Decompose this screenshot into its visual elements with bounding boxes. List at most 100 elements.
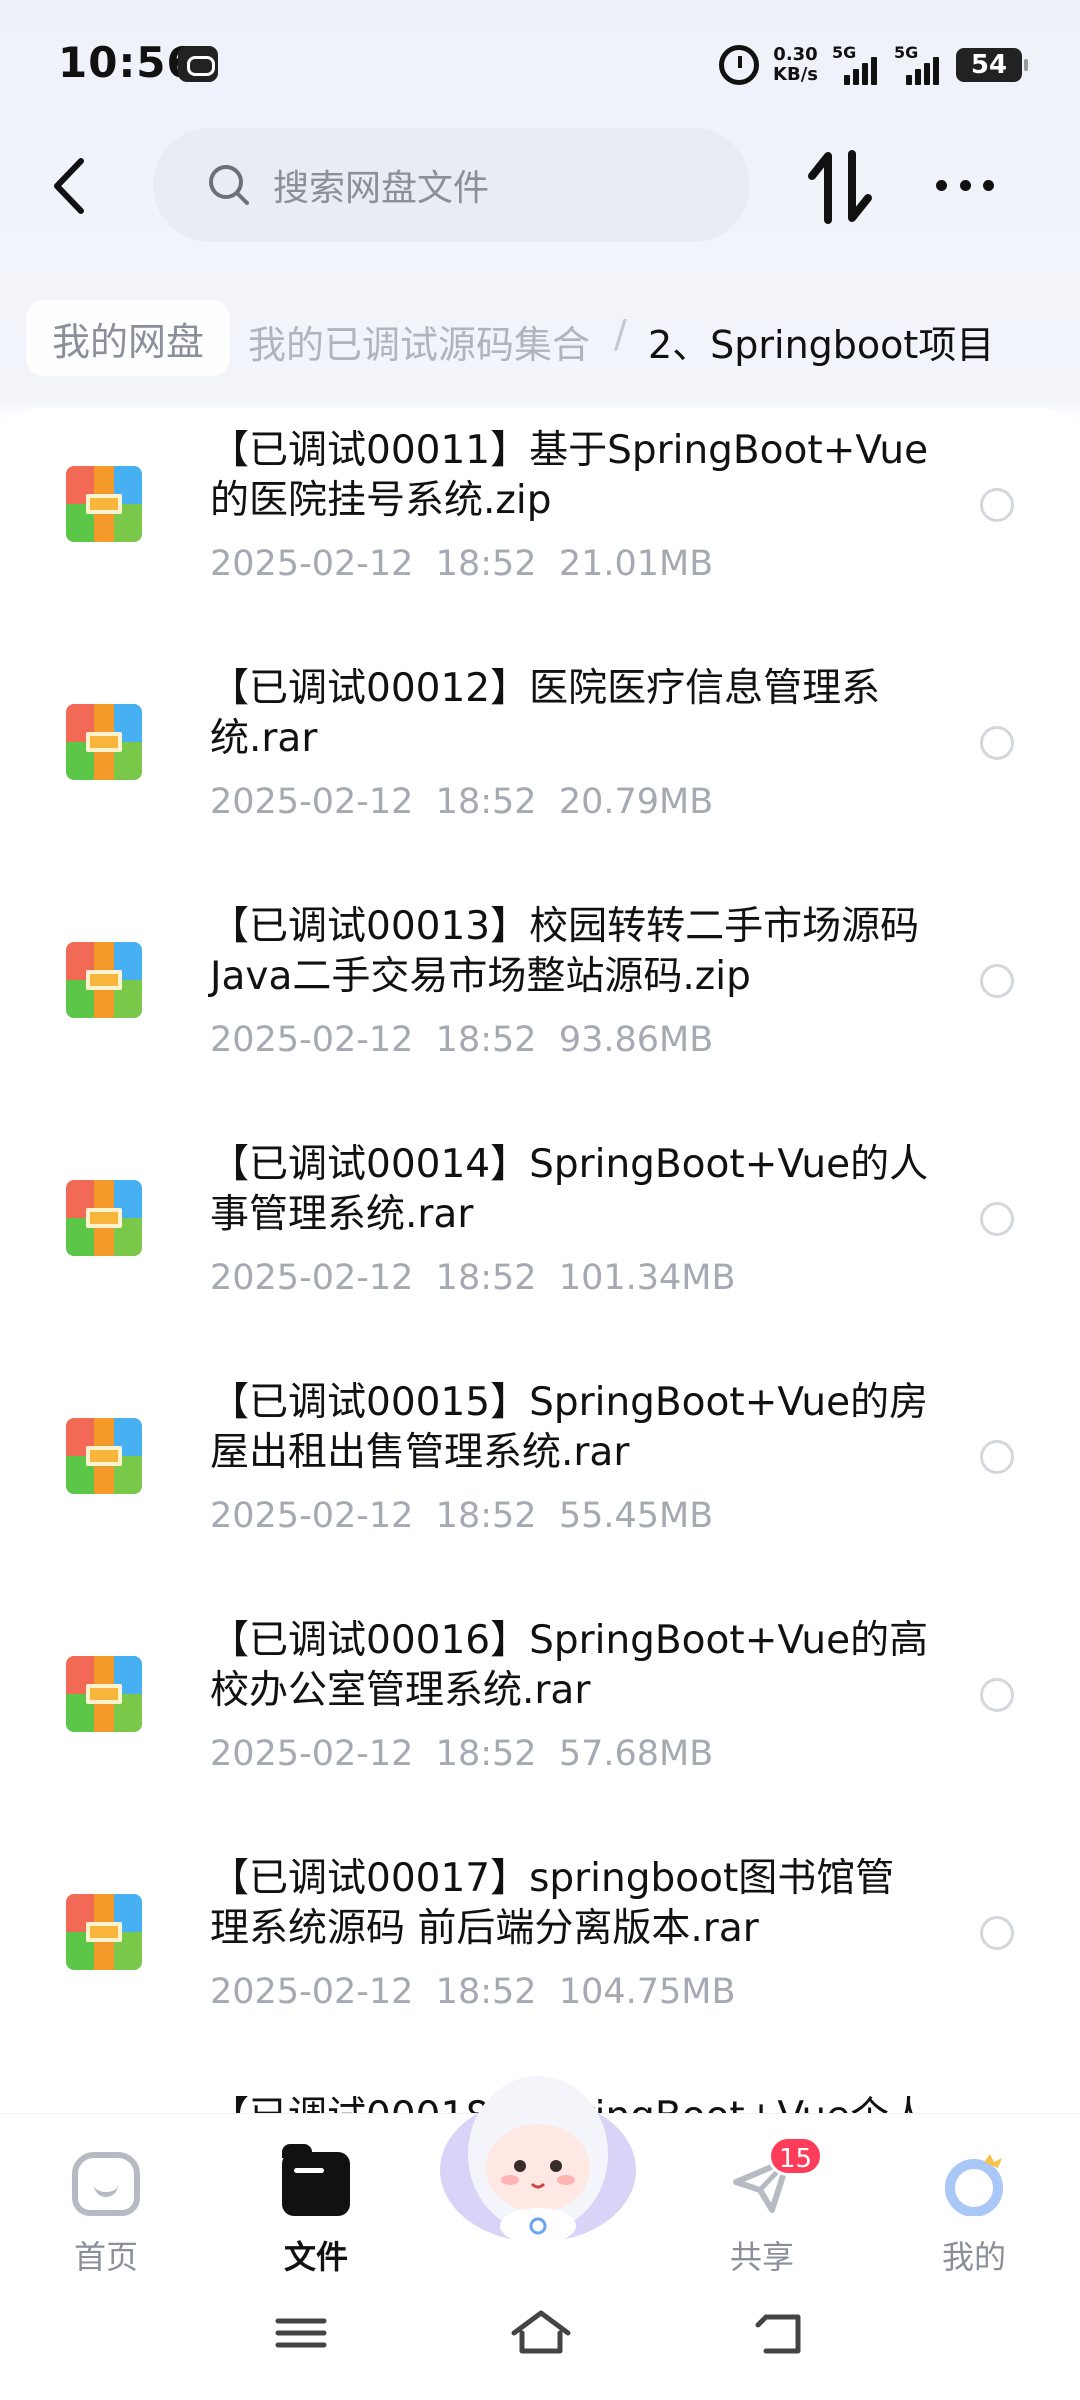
nav-item-home[interactable]: 首页	[36, 2138, 176, 2276]
file-list: 【已调试00011】基于SpringBoot+Vue的医院挂号系统.zip 20…	[0, 408, 1080, 2113]
file-size: 21.01MB	[558, 544, 714, 584]
nav-item-share[interactable]: 15 共享	[692, 2136, 832, 2276]
file-time: 18:52	[435, 1734, 537, 1774]
file-list-item[interactable]: 【已调试00017】springboot图书馆管理系统源码 前后端分离版本.ra…	[0, 1836, 1080, 2074]
file-size: 57.68MB	[558, 1734, 714, 1774]
file-name: 【已调试00011】基于SpringBoot+Vue的医院挂号系统.zip	[210, 428, 929, 523]
select-checkbox[interactable]	[980, 488, 1014, 522]
status-time: 10:56	[58, 38, 197, 87]
breadcrumb-item-source-collection[interactable]: 我的已调试源码集合	[248, 314, 590, 369]
file-meta: 2025-02-12 18:52 57.68MB	[210, 1734, 713, 1774]
search-placeholder: 搜索网盘文件	[273, 168, 490, 209]
archive-file-icon	[66, 466, 142, 542]
file-meta: 2025-02-12 18:52 55.45MB	[210, 1496, 713, 1536]
file-date: 2025-02-12	[210, 782, 414, 822]
alarm-icon	[719, 45, 760, 85]
home-outline-icon	[511, 2310, 571, 2354]
menu-icon	[275, 2318, 327, 2348]
signal-strength-1-icon: 5G	[832, 43, 880, 85]
file-name: 【已调试00015】SpringBoot+Vue的房屋出租出售管理系统.rar	[210, 1380, 929, 1475]
file-list-item[interactable]: 【已调试00014】SpringBoot+Vue的人事管理系统.rar 2025…	[0, 1122, 1080, 1360]
file-time: 18:52	[435, 782, 537, 822]
archive-file-icon	[66, 1180, 142, 1256]
signal-bar	[915, 69, 921, 85]
file-time: 18:52	[435, 1258, 537, 1298]
select-checkbox[interactable]	[980, 1202, 1014, 1236]
nav-label-me: 我的	[941, 2238, 1006, 2276]
folder-icon	[282, 2144, 350, 2216]
signal-1-label: 5G	[832, 43, 857, 62]
more-dot-icon	[983, 179, 994, 191]
file-meta: 2025-02-12 18:52 21.01MB	[210, 544, 713, 584]
file-time: 18:52	[435, 1496, 537, 1536]
nav-label-share: 共享	[729, 2238, 794, 2276]
file-name: 【已调试00014】SpringBoot+Vue的人事管理系统.rar	[210, 1142, 929, 1237]
file-time: 18:52	[435, 1020, 537, 1060]
back-button[interactable]	[40, 150, 96, 222]
signal-bar	[924, 63, 930, 85]
archive-file-icon	[66, 1418, 142, 1494]
status-indicators: 0.30 KB/s 5G 5G 54	[719, 40, 1028, 90]
signal-2-label: 5G	[894, 43, 919, 62]
signal-bar	[862, 63, 868, 85]
signal-bar	[853, 69, 859, 85]
signal-bar	[871, 57, 877, 85]
file-meta: 2025-02-12 18:52 20.79MB	[210, 782, 713, 822]
breadcrumb-item-current: 2、Springboot项目	[648, 323, 995, 367]
more-dot-icon	[936, 179, 947, 191]
status-bar: 10:56 0.30 KB/s 5G 5G 54	[0, 0, 1080, 130]
more-button[interactable]	[930, 160, 1000, 210]
home-face-icon	[72, 2152, 140, 2216]
file-size: 101.34MB	[558, 1258, 736, 1298]
select-checkbox[interactable]	[980, 1440, 1014, 1474]
breadcrumb: 我的已调试源码集合 我的网盘 / 2、Springboot项目	[0, 300, 1080, 380]
file-list-item[interactable]: 【已调试00015】SpringBoot+Vue的房屋出租出售管理系统.rar …	[0, 1360, 1080, 1598]
archive-file-icon	[66, 942, 142, 1018]
file-meta: 2025-02-12 18:52 93.86MB	[210, 1020, 713, 1060]
sort-button[interactable]	[806, 148, 874, 226]
mascot-assistant-button[interactable]	[428, 2050, 648, 2250]
system-back-button[interactable]	[746, 2303, 816, 2363]
file-size: 104.75MB	[558, 1972, 736, 2012]
recent-apps-button[interactable]	[266, 2303, 336, 2363]
file-date: 2025-02-12	[210, 1496, 414, 1536]
avatar-crown-icon	[940, 2152, 1008, 2217]
nav-label-home: 首页	[73, 2238, 138, 2276]
select-checkbox[interactable]	[980, 1678, 1014, 1712]
file-name: 【已调试00013】校园转转二手市场源码Java二手交易市场整站源码.zip	[210, 904, 920, 999]
breadcrumb-separator: /	[614, 312, 627, 356]
file-size: 93.86MB	[558, 1020, 714, 1060]
file-time: 18:52	[435, 1972, 537, 2012]
file-size: 20.79MB	[558, 782, 714, 822]
file-list-item[interactable]: 【已调试00016】SpringBoot+Vue的高校办公室管理系统.rar 2…	[0, 1598, 1080, 1836]
file-name: 【已调试00017】springboot图书馆管理系统源码 前后端分离版本.ra…	[210, 1856, 895, 1951]
network-speed: 0.30 KB/s	[773, 45, 818, 85]
mascot-icon	[440, 2076, 636, 2244]
file-meta: 2025-02-12 18:52 101.34MB	[210, 1258, 736, 1298]
signal-bar	[844, 75, 850, 85]
return-icon	[755, 2314, 801, 2354]
nav-item-me[interactable]: 我的	[904, 2138, 1044, 2276]
file-list-item[interactable]: 【已调试00011】基于SpringBoot+Vue的医院挂号系统.zip 20…	[0, 408, 1080, 646]
archive-file-icon	[66, 1656, 142, 1732]
file-list-item[interactable]: 【已调试00012】医院医疗信息管理系统.rar 2025-02-12 18:5…	[0, 646, 1080, 884]
file-time: 18:52	[435, 544, 537, 584]
app-screen: 10:56 0.30 KB/s 5G 5G 54 搜索网盘文件 我的已调试源码集…	[0, 0, 1080, 2400]
search-input[interactable]: 搜索网盘文件	[153, 128, 750, 242]
file-date: 2025-02-12	[210, 1258, 414, 1298]
archive-file-icon	[66, 704, 142, 780]
nav-label-files: 文件	[283, 2238, 348, 2276]
network-speed-value: 0.30	[773, 44, 818, 65]
select-checkbox[interactable]	[980, 1916, 1014, 1950]
share-badge: 15	[768, 2136, 824, 2176]
select-checkbox[interactable]	[980, 964, 1014, 998]
system-home-button[interactable]	[506, 2303, 576, 2363]
signal-bar	[906, 75, 912, 85]
select-checkbox[interactable]	[980, 726, 1014, 760]
cloud-app-icon	[178, 46, 218, 82]
file-list-item[interactable]: 【已调试00013】校园转转二手市场源码Java二手交易市场整站源码.zip 2…	[0, 884, 1080, 1122]
nav-item-files[interactable]: 文件	[246, 2138, 386, 2276]
file-name: 【已调试00016】SpringBoot+Vue的高校办公室管理系统.rar	[210, 1618, 929, 1713]
breadcrumb-item-my-drive[interactable]: 我的网盘	[26, 300, 231, 376]
more-dot-icon	[959, 179, 971, 191]
